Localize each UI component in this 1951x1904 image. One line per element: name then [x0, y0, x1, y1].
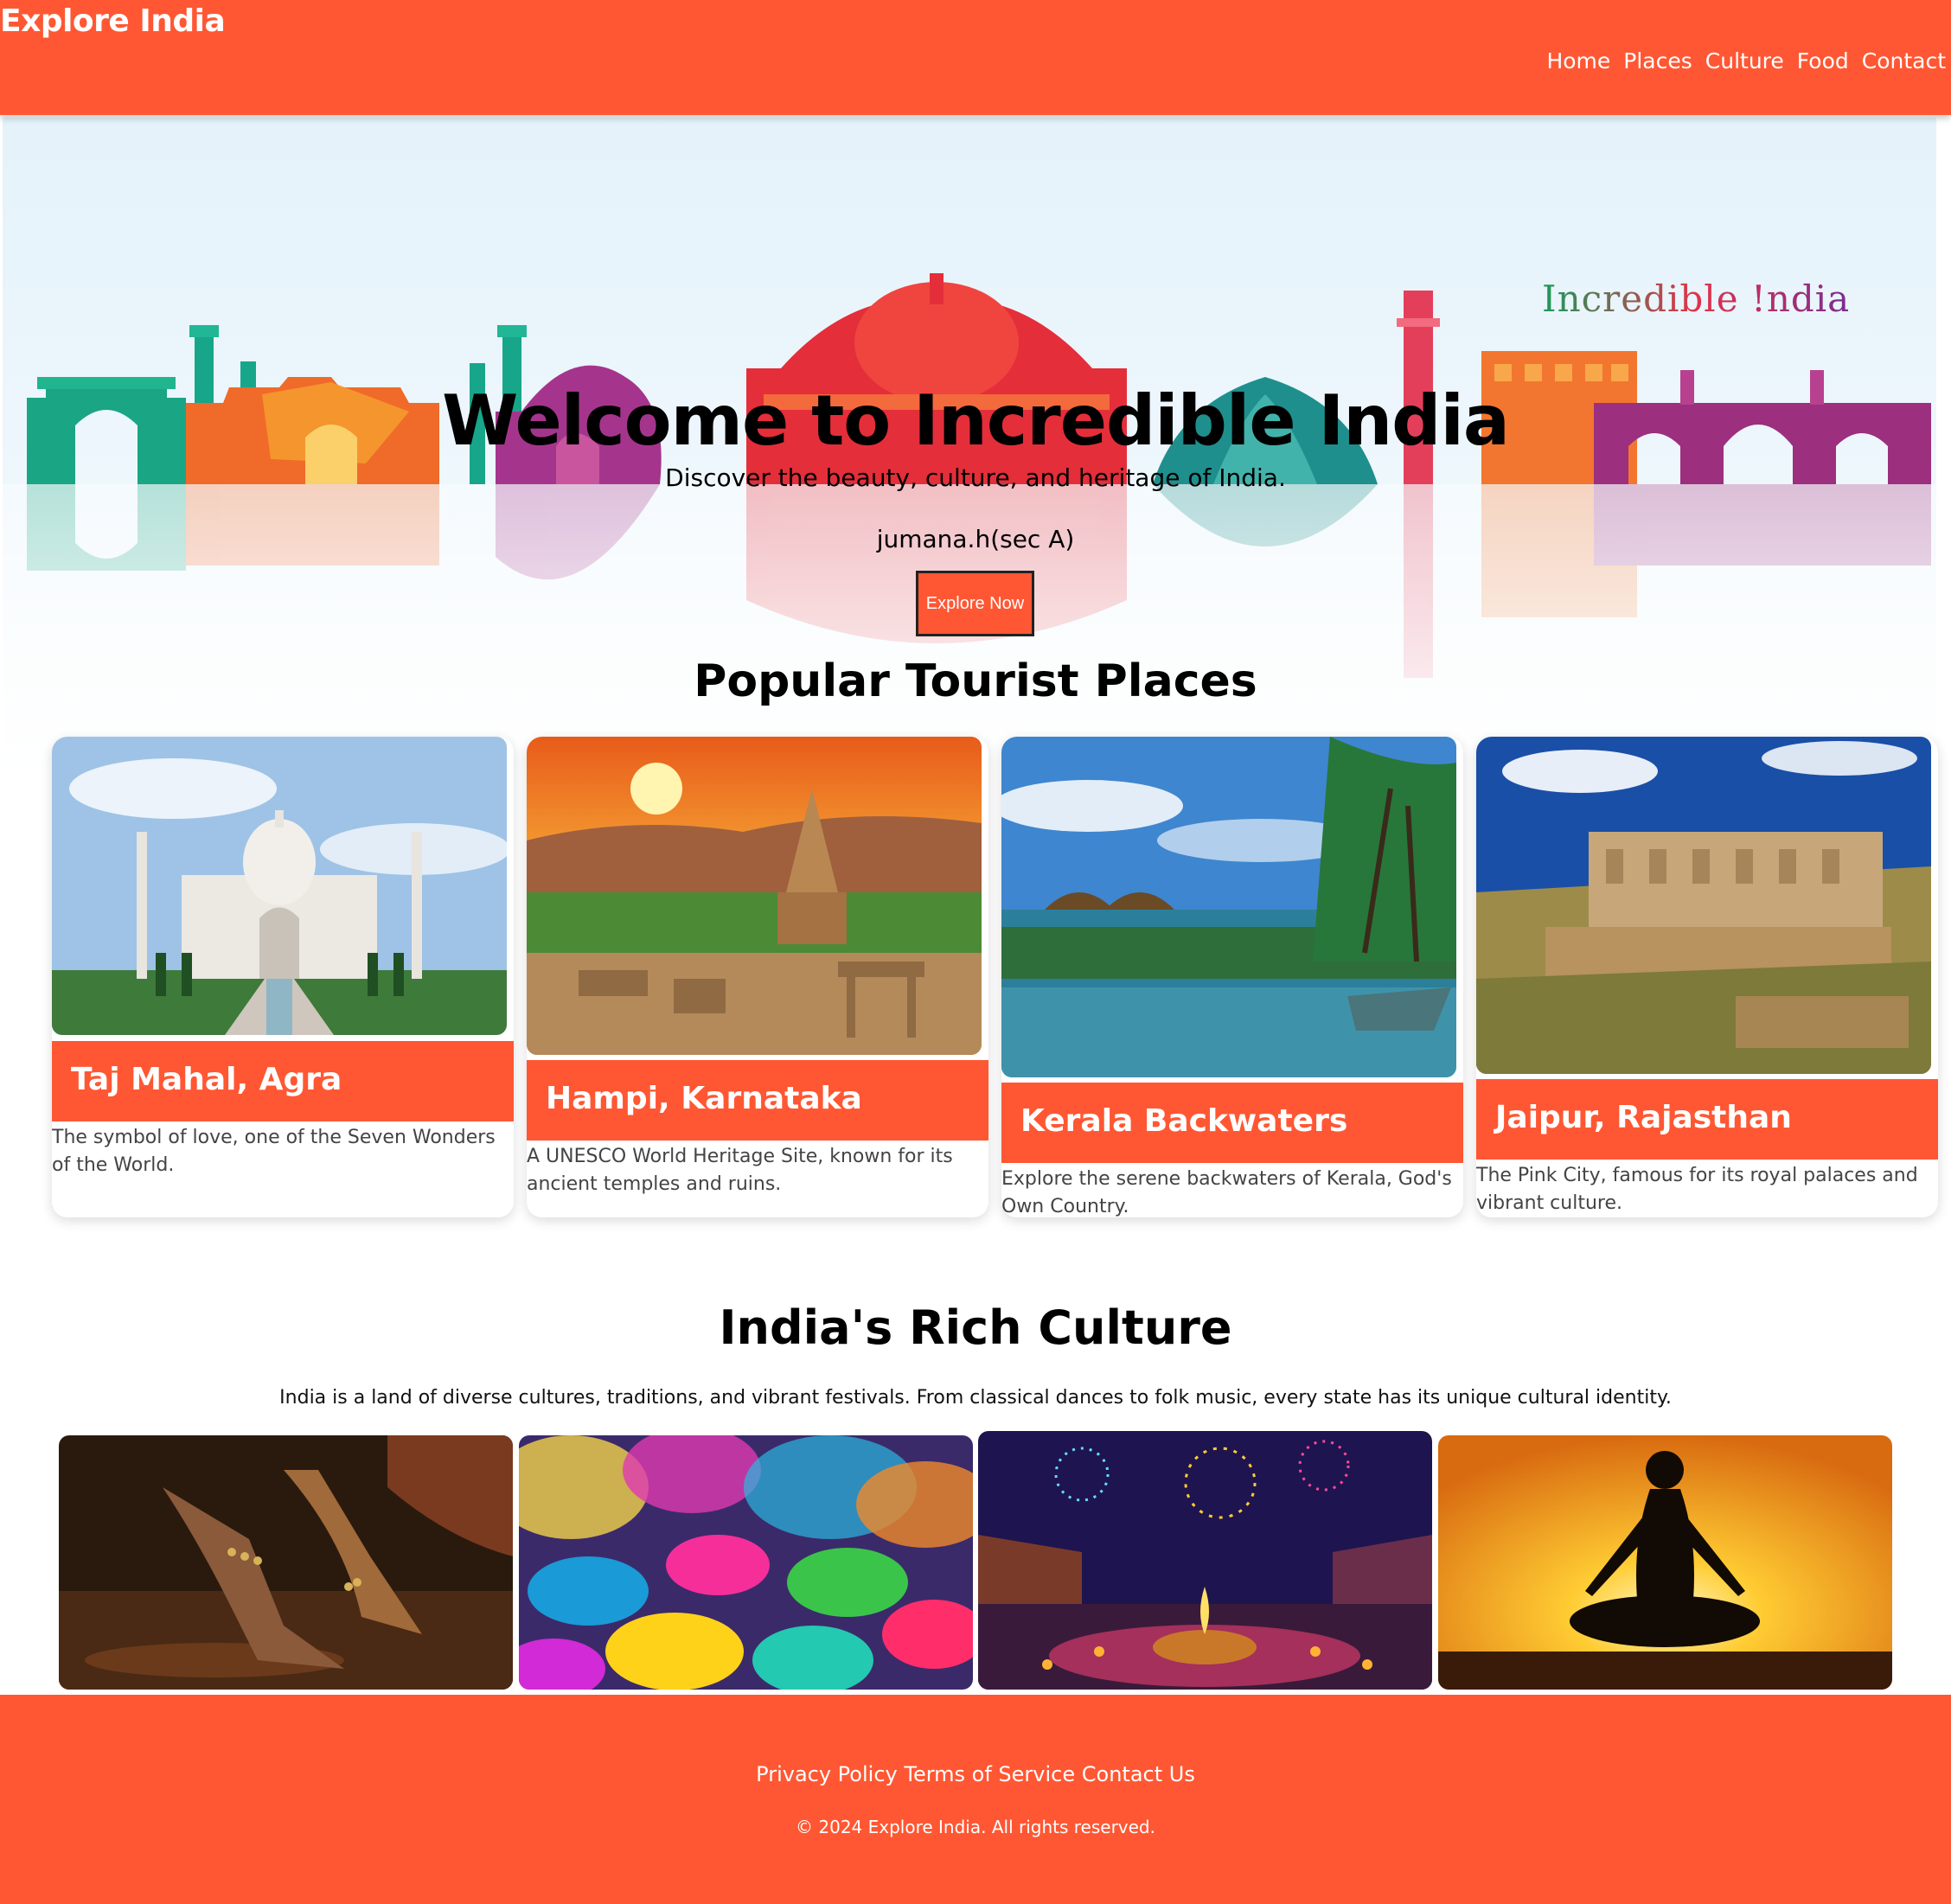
incredible-india-logo: Incredible !ndia: [1542, 278, 1851, 320]
culture-section-title: India's Rich Culture: [719, 1300, 1232, 1355]
privacy-policy-link[interactable]: Privacy Policy: [756, 1762, 898, 1786]
card-description: Explore the serene backwaters of Kerala,…: [1001, 1168, 1452, 1217]
terms-of-service-link[interactable]: Terms of Service: [904, 1762, 1075, 1786]
places-section-title: Popular Tourist Places: [694, 655, 1257, 707]
hero-title: Welcome to Incredible India: [442, 380, 1510, 461]
nav-contact[interactable]: Contact: [1862, 48, 1946, 73]
copyright-text: © 2024 Explore India. All rights reserve…: [796, 1817, 1155, 1837]
nav-places[interactable]: Places: [1623, 48, 1692, 73]
card-title: Jaipur, Rajasthan: [1495, 1100, 1792, 1135]
place-card-taj-mahal[interactable]: Taj Mahal, Agra The symbol of love, one …: [52, 737, 514, 1217]
nav-culture[interactable]: Culture: [1705, 48, 1784, 73]
brand-logo[interactable]: Explore India: [0, 3, 226, 39]
site-footer: [0, 1695, 1951, 1904]
card-description: The symbol of love, one of the Seven Won…: [52, 1127, 496, 1176]
card-title: Hampi, Karnataka: [546, 1081, 862, 1116]
taj-mahal-image: [52, 737, 507, 1035]
hero-author: jumana.h(sec A): [876, 525, 1075, 553]
jaipur-fort-image: [1476, 737, 1931, 1074]
yoga-silhouette-image: [1438, 1435, 1892, 1690]
place-card-kerala[interactable]: Kerala Backwaters Explore the serene bac…: [1001, 737, 1463, 1217]
card-title-band: Hampi, Karnataka: [527, 1060, 988, 1140]
card-description: A UNESCO World Heritage Site, known for …: [527, 1146, 953, 1195]
main-nav: Home Places Culture Food Contact: [1546, 48, 1946, 73]
card-title-band: Kerala Backwaters: [1001, 1083, 1463, 1163]
nav-home[interactable]: Home: [1546, 48, 1610, 73]
kerala-backwaters-image: [1001, 737, 1456, 1077]
hampi-image: [527, 737, 982, 1055]
contact-us-link[interactable]: Contact Us: [1082, 1762, 1195, 1786]
place-card-hampi[interactable]: Hampi, Karnataka A UNESCO World Heritage…: [527, 737, 988, 1217]
card-title: Kerala Backwaters: [1020, 1103, 1348, 1139]
footer-links: Privacy Policy Terms of Service Contact …: [0, 1762, 1951, 1786]
nav-food[interactable]: Food: [1797, 48, 1849, 73]
card-description: The Pink City, famous for its royal pala…: [1476, 1165, 1918, 1214]
explore-now-button[interactable]: Explore Now: [916, 571, 1034, 636]
culture-description: India is a land of diverse cultures, tra…: [279, 1387, 1672, 1409]
hero-subtitle: Discover the beauty, culture, and herita…: [665, 463, 1286, 492]
holi-colors-image: [519, 1435, 973, 1690]
card-title-band: Taj Mahal, Agra: [52, 1041, 514, 1121]
diwali-festival-image: [978, 1431, 1432, 1690]
place-card-jaipur[interactable]: Jaipur, Rajasthan The Pink City, famous …: [1476, 737, 1938, 1217]
card-title-band: Jaipur, Rajasthan: [1476, 1079, 1938, 1160]
card-title: Taj Mahal, Agra: [71, 1062, 342, 1097]
site-header: Explore India Home Places Culture Food C…: [0, 0, 1951, 115]
classical-dance-image: [59, 1435, 513, 1690]
